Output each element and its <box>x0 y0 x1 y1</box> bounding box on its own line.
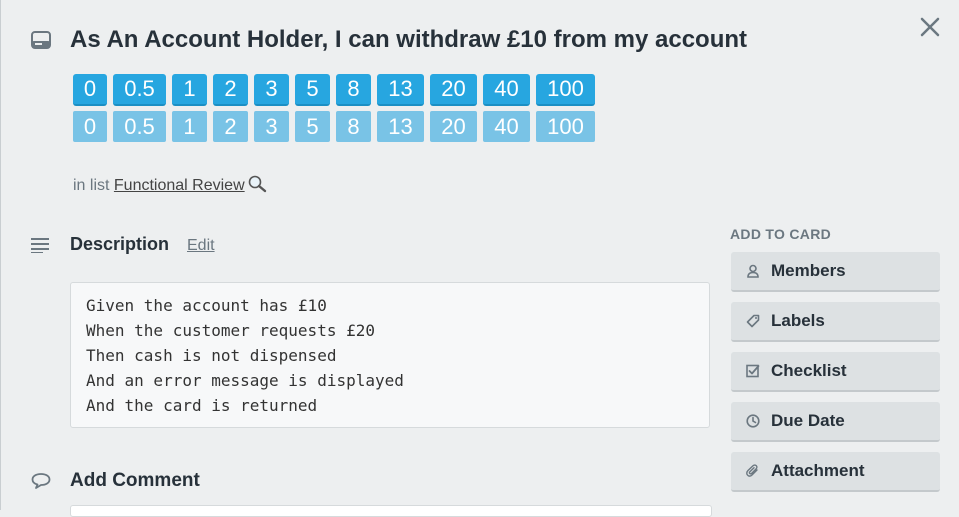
points-button[interactable]: 5 <box>295 74 330 106</box>
description-line: And an error message is displayed <box>86 371 404 390</box>
description-line: Then cash is not dispensed <box>86 346 337 365</box>
description-line: Given the account has £10 <box>86 296 327 315</box>
description-heading: Description <box>70 234 170 254</box>
points-button[interactable]: 0.5 <box>113 74 166 106</box>
labels-label: Labels <box>771 311 825 330</box>
points-button[interactable]: 0.5 <box>113 111 166 142</box>
points-button[interactable]: 2 <box>213 74 248 106</box>
paperclip-icon <box>745 463 761 479</box>
points-button[interactable]: 40 <box>483 74 530 106</box>
close-icon[interactable] <box>918 15 942 39</box>
magnifier-icon[interactable] <box>247 175 267 198</box>
points-button[interactable]: 1 <box>172 74 207 106</box>
checkbox-icon <box>745 363 761 379</box>
points-button[interactable]: 100 <box>536 74 595 106</box>
points-button[interactable]: 3 <box>254 111 289 142</box>
points-button[interactable]: 13 <box>377 111 424 142</box>
tag-icon <box>745 313 761 329</box>
card-title[interactable]: As An Account Holder, I can withdraw £10… <box>70 24 747 56</box>
description-line: When the customer requests £20 <box>86 321 375 340</box>
points-button[interactable]: 0 <box>73 111 107 142</box>
due-date-button[interactable]: Due Date <box>731 402 940 442</box>
card-icon <box>31 31 51 54</box>
points-button[interactable]: 8 <box>336 74 371 106</box>
list-prefix: in list <box>73 177 110 194</box>
points-button[interactable]: 1 <box>172 111 207 142</box>
points-button[interactable]: 13 <box>377 74 424 106</box>
story-points-actual: 0 0.5 1 2 3 5 8 13 20 40 100 <box>73 111 601 142</box>
description-line: And the card is returned <box>86 396 318 415</box>
labels-button[interactable]: Labels <box>731 302 940 342</box>
comment-input[interactable] <box>70 505 712 517</box>
points-button[interactable]: 3 <box>254 74 289 106</box>
points-button[interactable]: 100 <box>536 111 595 142</box>
checklist-button[interactable]: Checklist <box>731 352 940 392</box>
comment-icon <box>31 472 51 495</box>
members-button[interactable]: Members <box>731 252 940 292</box>
points-button[interactable]: 5 <box>295 111 330 142</box>
members-label: Members <box>771 261 846 280</box>
due-date-label: Due Date <box>771 411 845 430</box>
description-edit-link[interactable]: Edit <box>187 237 215 255</box>
list-location: in list Functional Review <box>73 175 267 198</box>
points-button[interactable]: 8 <box>336 111 371 142</box>
points-button[interactable]: 40 <box>483 111 530 142</box>
add-comment-heading: Add Comment <box>70 470 200 491</box>
modal-left-edge <box>0 0 1 510</box>
add-to-card-heading: ADD TO CARD <box>730 226 832 242</box>
checklist-label: Checklist <box>771 361 847 380</box>
points-button[interactable]: 20 <box>430 74 477 106</box>
person-icon <box>745 263 761 279</box>
attachment-label: Attachment <box>771 461 865 480</box>
description-icon <box>31 237 51 258</box>
list-link[interactable]: Functional Review <box>114 177 245 194</box>
points-button[interactable]: 20 <box>430 111 477 142</box>
points-button[interactable]: 0 <box>73 74 107 106</box>
points-button[interactable]: 2 <box>213 111 248 142</box>
attachment-button[interactable]: Attachment <box>731 452 940 492</box>
description-text[interactable]: Given the account has £10 When the custo… <box>70 282 710 428</box>
story-points-estimate: 0 0.5 1 2 3 5 8 13 20 40 100 <box>73 74 601 106</box>
clock-icon <box>745 413 761 429</box>
